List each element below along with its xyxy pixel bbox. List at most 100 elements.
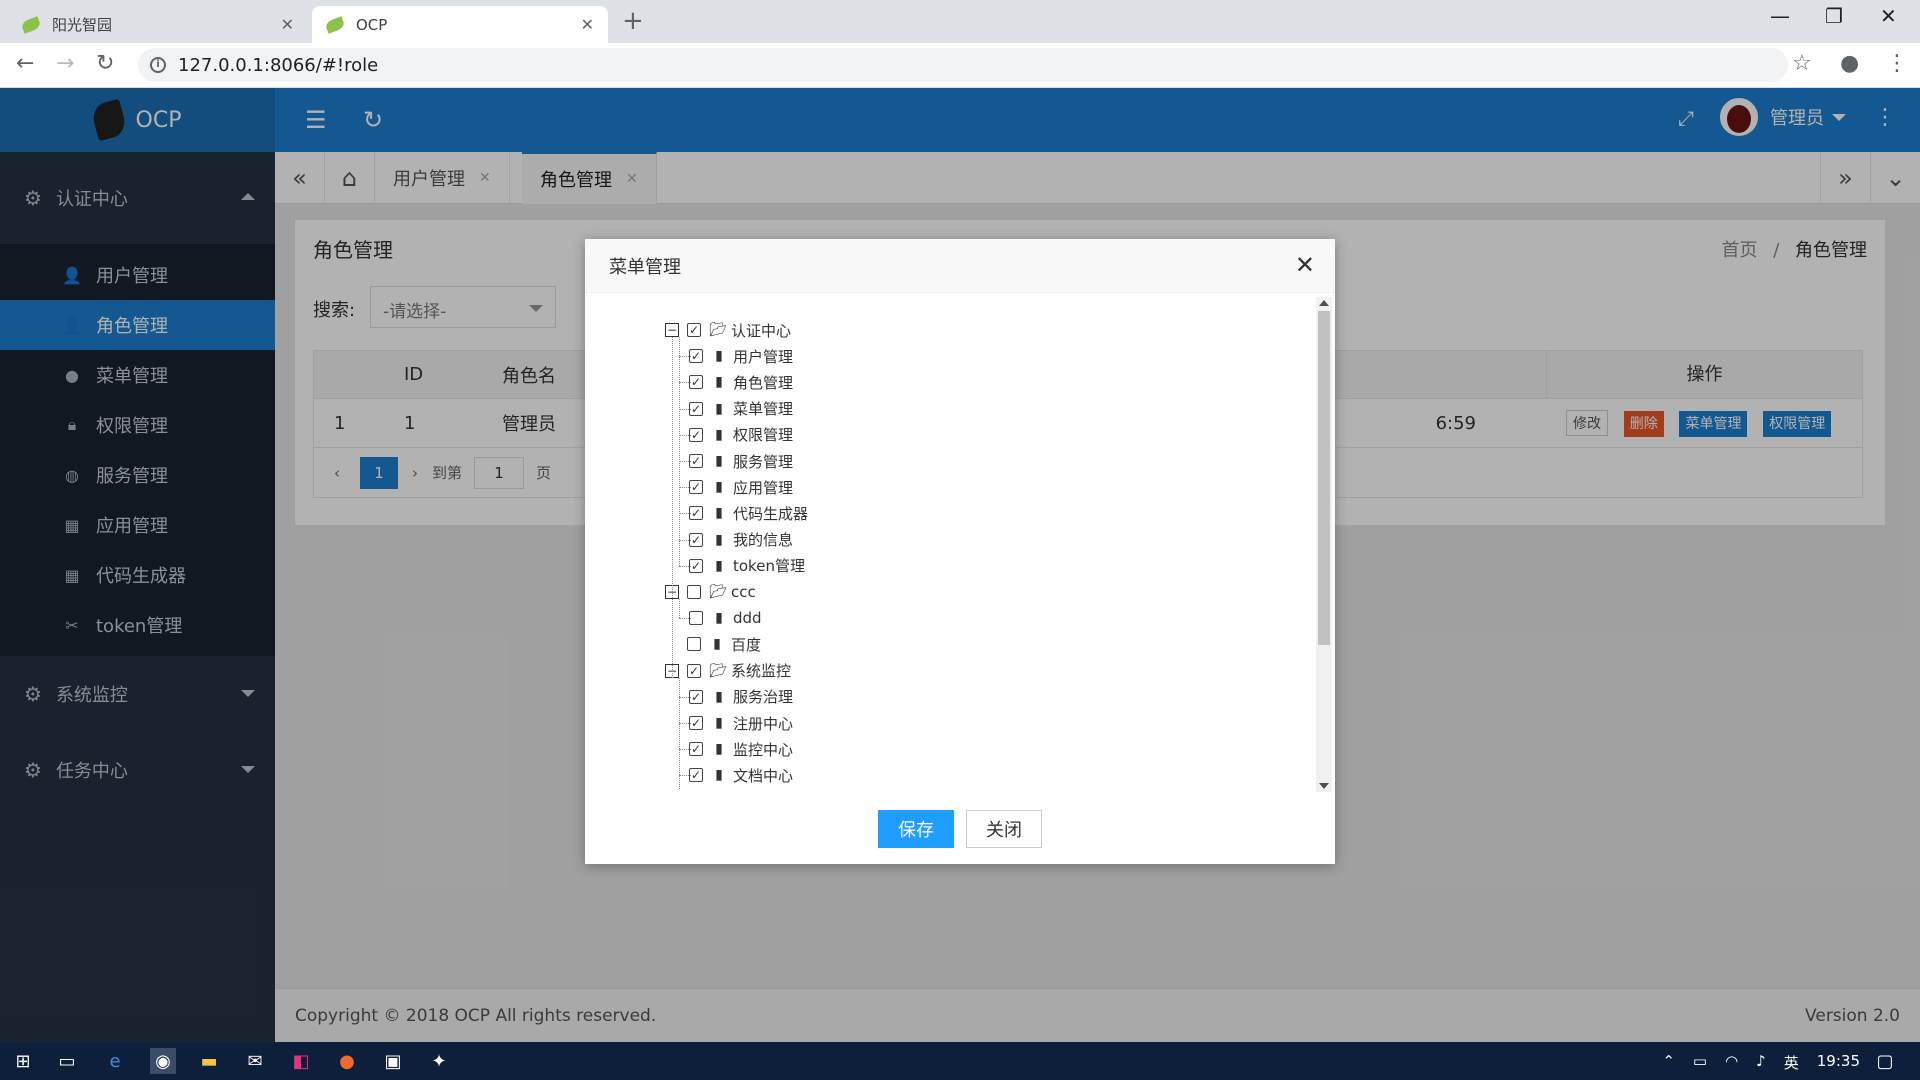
tree-node-label: token管理 (733, 557, 805, 576)
tree-node[interactable]: ✓ ▮ 角色管理 (687, 371, 793, 393)
tree-node[interactable]: ✓ ▮ token管理 (687, 555, 805, 577)
checkbox[interactable]: ✓ (689, 506, 703, 521)
tree-connector (679, 696, 691, 698)
windows-start-icon[interactable]: ⊞ (10, 1048, 36, 1074)
checkbox[interactable] (687, 637, 701, 652)
checkbox[interactable]: ✓ (687, 323, 701, 337)
tree-node[interactable]: ✓ ▮ 代码生成器 (687, 502, 808, 524)
tree-connector (679, 599, 680, 619)
checkbox[interactable]: ✓ (689, 349, 703, 364)
close-icon[interactable]: ✕ (1295, 251, 1315, 279)
restore-icon[interactable]: ❐ (1825, 4, 1843, 28)
url-input[interactable]: i 127.0.0.1:8066/#!role (138, 48, 1788, 82)
tree-node[interactable]: ✓ ▮ 我的信息 (687, 529, 793, 551)
tree-connector (679, 461, 691, 462)
tree-node[interactable]: ▮ ddd (687, 607, 762, 629)
ide-icon[interactable]: ◧ (288, 1048, 314, 1074)
tree-connector (672, 337, 673, 678)
task-view-icon[interactable]: ▭ (54, 1048, 80, 1074)
close-icon[interactable]: ✕ (281, 15, 294, 34)
minimize-icon[interactable]: — (1770, 4, 1790, 28)
tree-node[interactable]: ✓ ▮ 文档中心 (687, 764, 793, 786)
scroll-thumb[interactable] (1318, 311, 1330, 645)
checkbox[interactable]: ✓ (689, 532, 703, 547)
checkbox[interactable]: ✓ (687, 663, 701, 678)
folder-open-icon: 📂︎ (709, 662, 727, 679)
save-button[interactable]: 保存 (878, 810, 954, 848)
volume-icon[interactable]: ♪ (1756, 1052, 1766, 1073)
close-button[interactable]: 关闭 (966, 810, 1042, 848)
tree-node-label: ccc (731, 583, 756, 601)
checkbox[interactable]: ✓ (689, 454, 703, 468)
back-icon[interactable]: ← (16, 51, 34, 76)
info-icon[interactable]: i (150, 57, 166, 73)
checkbox[interactable] (687, 585, 701, 599)
address-bar: ← → ↻ i 127.0.0.1:8066/#!role ☆ ● ⋮ (0, 43, 1920, 88)
notification-icon[interactable]: ▢ (1872, 1048, 1898, 1074)
checkbox[interactable]: ✓ (689, 716, 703, 730)
notes-icon[interactable]: ▣ (380, 1048, 406, 1074)
browser-tab[interactable]: 阳光智园 ✕ (8, 6, 308, 43)
checkbox[interactable]: ✓ (689, 375, 703, 390)
tree-node-label: 角色管理 (733, 373, 794, 392)
collapse-icon[interactable]: − (665, 323, 679, 337)
reload-icon[interactable]: ↻ (96, 51, 114, 76)
checkbox[interactable]: ✓ (689, 558, 703, 573)
clock[interactable]: 19:35 (1817, 1052, 1860, 1073)
tree-node[interactable]: ✓ ▮ 注册中心 (687, 712, 793, 734)
checkbox[interactable]: ✓ (689, 768, 703, 783)
chevron-up-icon[interactable]: ⌃ (1662, 1052, 1675, 1073)
tree-node[interactable]: ✓ ▮ 权限管理 (687, 424, 793, 446)
browser-tab-active[interactable]: OCP ✕ (312, 6, 608, 43)
modal-header: 菜单管理 ✕ (585, 239, 1335, 293)
folder-open-icon: 📂︎ (709, 584, 727, 600)
tree-node[interactable]: ▮ 百度 (665, 633, 761, 655)
menu-tree: − ✓ 📂︎ 认证中心 ✓ ▮ 用户管理 ✓ ▮ 角色管理 ✓ ▮ 菜单管理 ✓ ▮ 权限管理 ✓ ▮ 服务管理 ✓ ▮… (585, 294, 1335, 794)
scroll-down-icon[interactable] (1319, 783, 1329, 789)
taskbar: ⊞ ▭ e ◉ ▬ ✉ ◧ ● ▣ ✦ ⌃ ▭ ◠ ♪ 英 19:35 ▢ (0, 1042, 1920, 1080)
forward-icon[interactable]: → (56, 51, 74, 76)
tree-node-label: 注册中心 (733, 714, 794, 733)
tree-node-label: 监控中心 (733, 740, 794, 759)
mail-icon[interactable]: ✉ (242, 1048, 268, 1074)
tree-connector (679, 775, 691, 777)
scrollbar[interactable] (1316, 297, 1332, 792)
file-icon: ▮ (715, 688, 723, 705)
battery-icon[interactable]: ▭ (1693, 1052, 1707, 1073)
leaf-icon (324, 15, 346, 34)
new-tab-icon[interactable]: + (622, 6, 644, 36)
tree-connector (679, 749, 691, 751)
tree-node[interactable]: ✓ ▮ 监控中心 (687, 738, 793, 760)
chrome-icon[interactable]: ◉ (150, 1048, 176, 1074)
close-icon[interactable]: ✕ (581, 15, 594, 34)
app-icon[interactable]: ● (334, 1048, 360, 1074)
scroll-up-icon[interactable] (1319, 300, 1329, 306)
app-icon[interactable]: ✦ (426, 1048, 452, 1074)
star-icon[interactable]: ☆ (1792, 51, 1812, 76)
tree-connector (679, 487, 691, 489)
checkbox[interactable]: ✓ (689, 401, 703, 416)
account-icon[interactable]: ● (1840, 51, 1859, 76)
file-icon: ▮ (713, 636, 721, 653)
checkbox[interactable]: ✓ (689, 427, 703, 442)
checkbox[interactable]: ✓ (689, 689, 703, 704)
ime-indicator[interactable]: 英 (1784, 1052, 1799, 1073)
checkbox[interactable]: ✓ (689, 480, 703, 495)
checkbox[interactable]: ✓ (689, 742, 703, 757)
tree-node[interactable]: ✓ ▮ 服务治理 (687, 686, 793, 708)
edge-icon[interactable]: e (102, 1048, 128, 1074)
tree-node[interactable]: − ✓ 📂︎ 认证中心 (665, 319, 791, 341)
modal-title: 菜单管理 (609, 256, 681, 278)
menu-icon[interactable]: ⋮ (1886, 51, 1908, 76)
wifi-icon[interactable]: ◠ (1725, 1052, 1738, 1073)
tree-node[interactable]: ✓ ▮ 用户管理 (687, 345, 793, 367)
checkbox[interactable] (689, 611, 703, 626)
tree-node[interactable]: − ✓ 📂︎ 系统监控 (665, 660, 791, 682)
tree-node[interactable]: ✓ ▮ 菜单管理 (687, 398, 793, 420)
folder-icon[interactable]: ▬ (196, 1048, 222, 1074)
tree-node[interactable]: ✓ ▮ 服务管理 (687, 450, 793, 472)
tree-node[interactable]: ✓ ▮ 应用管理 (687, 476, 793, 498)
tree-node-label: 用户管理 (733, 347, 794, 366)
window-close-icon[interactable]: ✕ (1880, 4, 1897, 28)
system-tray: ⌃ ▭ ◠ ♪ 英 19:35 (1662, 1052, 1860, 1073)
